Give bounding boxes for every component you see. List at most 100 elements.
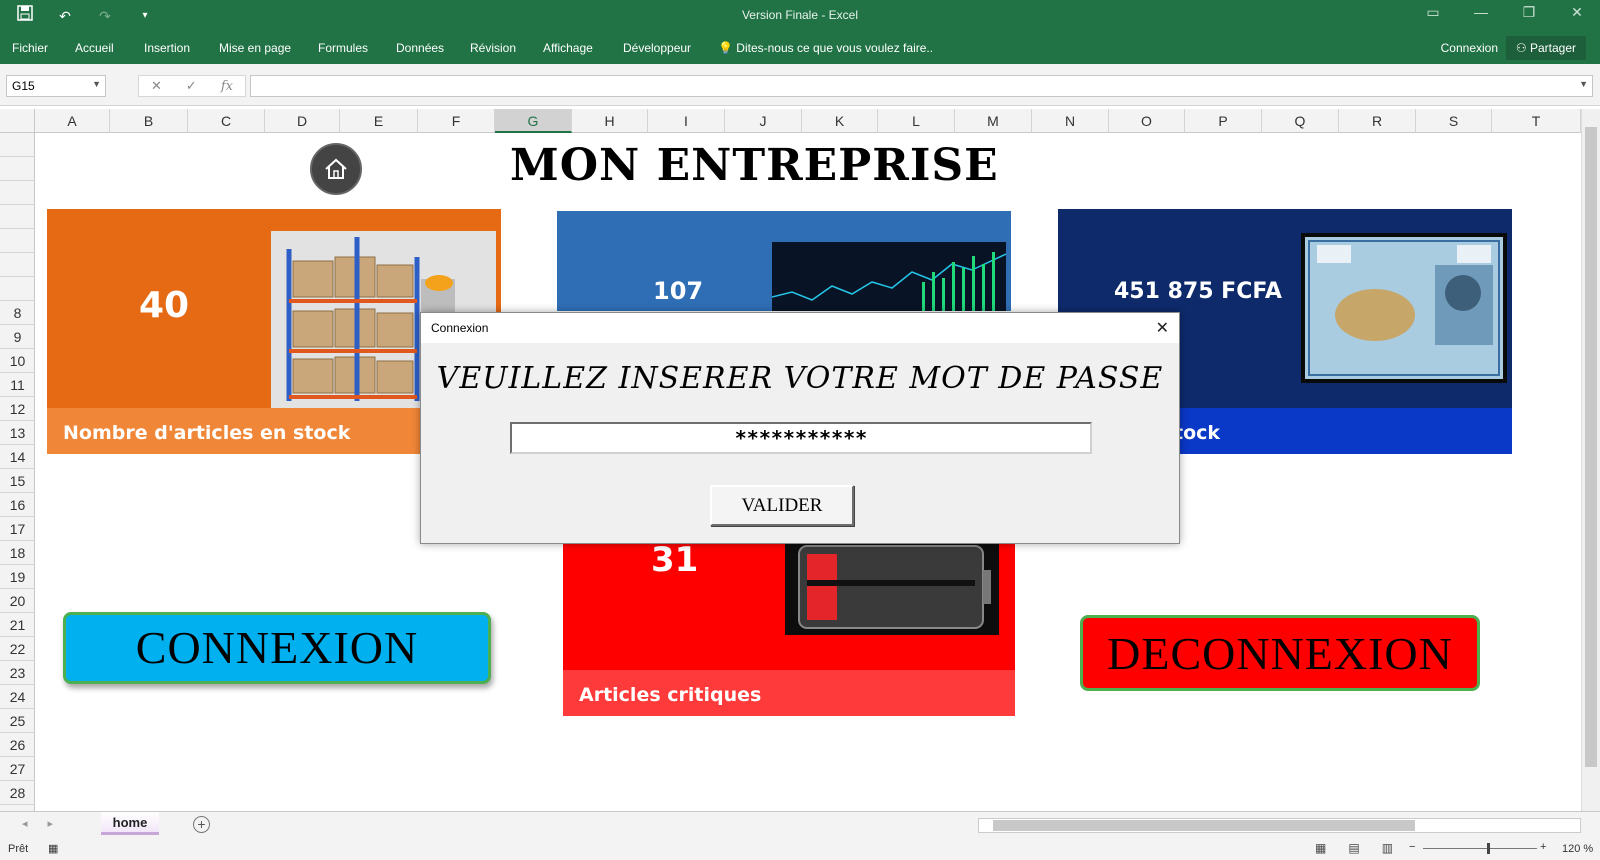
tab-fichier[interactable]: Fichier <box>12 41 48 55</box>
sheet-tab-home[interactable]: home <box>101 812 159 835</box>
select-all-corner[interactable] <box>0 109 35 133</box>
horizontal-scroll-thumb[interactable] <box>993 820 1415 831</box>
row-header[interactable]: 15 <box>0 469 35 493</box>
zoom-level[interactable]: 120 % <box>1562 843 1593 855</box>
tell-me-search[interactable]: 💡 Dites-nous ce que vous voulez faire.. <box>718 41 933 55</box>
tab-developpeur[interactable]: Développeur <box>623 41 691 55</box>
column-header[interactable]: L <box>878 109 955 133</box>
column-header[interactable]: K <box>802 109 878 133</box>
close-window-icon[interactable]: ✕ <box>1564 4 1590 21</box>
expand-formula-icon[interactable]: ▼ <box>1579 79 1588 89</box>
column-header[interactable]: N <box>1032 109 1109 133</box>
row-header[interactable]: 19 <box>0 565 35 589</box>
column-header[interactable]: C <box>188 109 265 133</box>
fx-icon[interactable]: fx <box>221 79 233 94</box>
row-header[interactable] <box>0 229 35 253</box>
column-header[interactable]: Q <box>1262 109 1339 133</box>
row-header[interactable]: 25 <box>0 709 35 733</box>
column-header[interactable]: J <box>725 109 802 133</box>
column-header[interactable]: M <box>955 109 1032 133</box>
row-header[interactable] <box>0 133 35 157</box>
row-header[interactable] <box>0 277 35 301</box>
zoom-slider-thumb[interactable] <box>1487 843 1490 854</box>
row-header[interactable]: 26 <box>0 733 35 757</box>
ribbon-display-icon[interactable]: ▭ <box>1420 4 1446 21</box>
column-header[interactable]: O <box>1109 109 1185 133</box>
column-header[interactable]: B <box>110 109 188 133</box>
row-header[interactable]: 23 <box>0 661 35 685</box>
row-header[interactable]: 11 <box>0 373 35 397</box>
column-header[interactable]: H <box>572 109 648 133</box>
row-header[interactable]: 28 <box>0 781 35 805</box>
row-header[interactable] <box>0 253 35 277</box>
formula-buttons: ✕ ✓ fx <box>138 75 246 97</box>
tab-revision[interactable]: Révision <box>470 41 516 55</box>
column-header[interactable]: D <box>265 109 340 133</box>
column-header[interactable]: G <box>495 109 572 133</box>
row-header[interactable]: 8 <box>0 301 35 325</box>
row-header[interactable] <box>0 181 35 205</box>
tab-mise-en-page[interactable]: Mise en page <box>219 41 291 55</box>
window-controls: ▭ — ❐ ✕ <box>1420 4 1590 21</box>
add-sheet-icon[interactable]: + <box>193 816 210 833</box>
zoom-slider[interactable] <box>1423 848 1537 849</box>
row-header[interactable]: 27 <box>0 757 35 781</box>
vertical-scrollbar[interactable] <box>1581 109 1600 811</box>
macro-record-icon[interactable]: ▦ <box>48 842 58 855</box>
row-header[interactable]: 13 <box>0 421 35 445</box>
normal-view-icon[interactable]: ▦ <box>1315 841 1326 855</box>
login-link[interactable]: Connexion <box>1441 41 1498 55</box>
share-button[interactable]: ⚇ Partager <box>1505 36 1586 60</box>
view-buttons: ▦ ▤ ▥ <box>1315 841 1393 855</box>
sheet-tab-bar: ◂▸ home + <box>0 811 1600 838</box>
column-header[interactable]: I <box>648 109 725 133</box>
zoom-out-icon[interactable]: − <box>1409 841 1415 853</box>
page-break-icon[interactable]: ▥ <box>1382 841 1393 855</box>
close-icon[interactable]: ✕ <box>1156 318 1169 338</box>
column-header[interactable]: T <box>1492 109 1581 133</box>
password-field[interactable]: *********** <box>510 422 1092 454</box>
tab-donnees[interactable]: Données <box>396 41 444 55</box>
items-card[interactable]: 107 <box>557 211 1011 311</box>
row-header[interactable]: 17 <box>0 517 35 541</box>
formula-input[interactable]: ▼ <box>250 75 1593 97</box>
row-header[interactable]: 9 <box>0 325 35 349</box>
row-header[interactable]: 21 <box>0 613 35 637</box>
vertical-scroll-thumb[interactable] <box>1585 127 1597 767</box>
minimize-icon[interactable]: — <box>1468 4 1494 21</box>
chevron-down-icon[interactable]: ▼ <box>92 79 101 89</box>
tab-accueil[interactable]: Accueil <box>75 41 114 55</box>
column-header[interactable]: E <box>340 109 418 133</box>
row-header[interactable]: 20 <box>0 589 35 613</box>
row-header[interactable]: 18 <box>0 541 35 565</box>
horizontal-scrollbar[interactable] <box>978 818 1581 833</box>
column-header[interactable]: P <box>1185 109 1262 133</box>
cancel-icon[interactable]: ✕ <box>151 78 162 94</box>
row-header[interactable]: 10 <box>0 349 35 373</box>
page-layout-icon[interactable]: ▤ <box>1348 841 1359 855</box>
tab-insertion[interactable]: Insertion <box>144 41 190 55</box>
row-header[interactable]: 14 <box>0 445 35 469</box>
home-button[interactable] <box>310 143 362 195</box>
row-header[interactable]: 12 <box>0 397 35 421</box>
tab-affichage[interactable]: Affichage <box>543 41 593 55</box>
column-header[interactable]: S <box>1416 109 1492 133</box>
critical-articles-card[interactable]: 31 Articles critiques <box>563 540 1015 716</box>
connexion-button[interactable]: CONNEXION <box>63 612 491 684</box>
sheet-nav-arrows[interactable]: ◂▸ <box>22 817 73 830</box>
column-header[interactable]: F <box>418 109 495 133</box>
validate-button[interactable]: VALIDER <box>710 485 854 526</box>
row-header[interactable] <box>0 157 35 181</box>
row-header[interactable]: 16 <box>0 493 35 517</box>
row-header[interactable]: 24 <box>0 685 35 709</box>
row-header[interactable] <box>0 205 35 229</box>
name-box[interactable]: G15 ▼ <box>6 75 106 97</box>
deconnexion-button[interactable]: DECONNEXION <box>1080 615 1480 691</box>
zoom-in-icon[interactable]: + <box>1540 841 1546 853</box>
row-header[interactable]: 22 <box>0 637 35 661</box>
check-icon[interactable]: ✓ <box>186 78 197 94</box>
tab-formules[interactable]: Formules <box>318 41 368 55</box>
column-header[interactable]: R <box>1339 109 1416 133</box>
column-header[interactable]: A <box>35 109 110 133</box>
restore-icon[interactable]: ❐ <box>1516 4 1542 21</box>
